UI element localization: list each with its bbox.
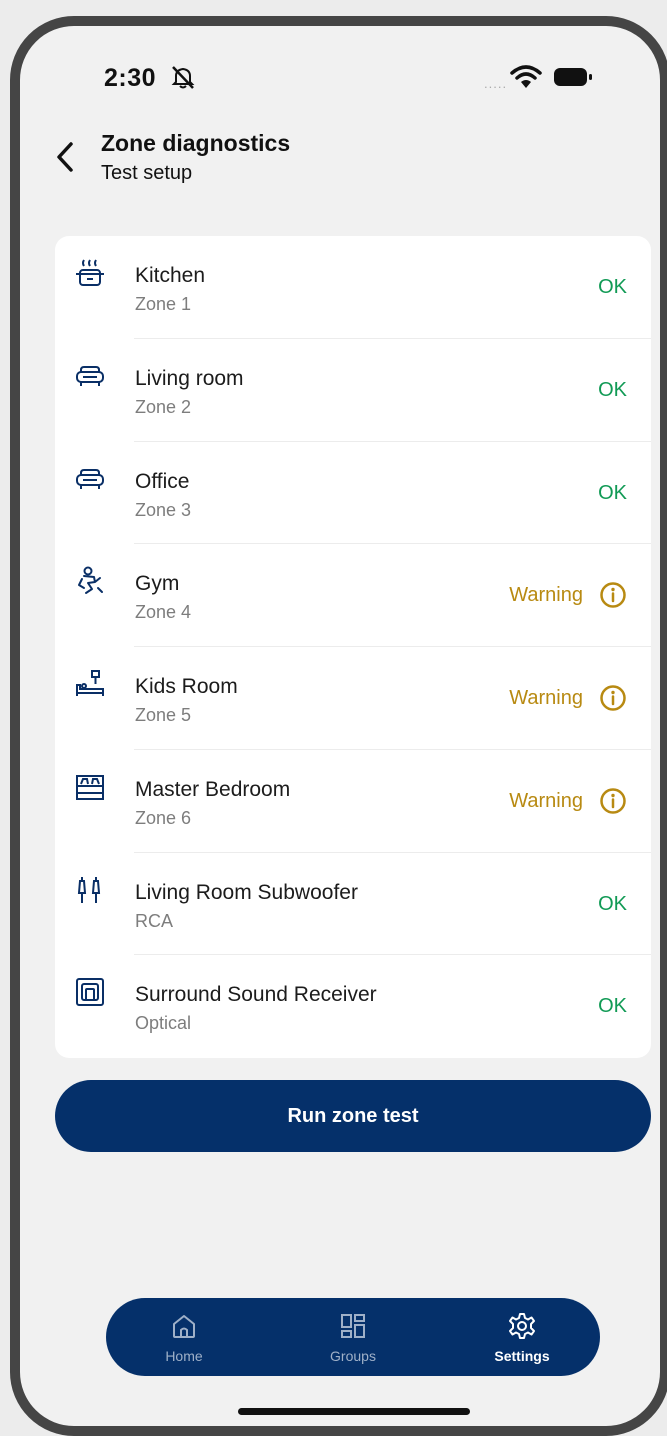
zone-row-gym[interactable]: Gym Zone 4 Warning xyxy=(55,544,651,647)
zone-label: Zone 2 xyxy=(135,396,192,417)
zone-status: OK xyxy=(598,276,627,298)
sofa-icon xyxy=(76,365,104,386)
zone-row-office[interactable]: Office Zone 3 OK xyxy=(55,442,651,545)
zone-name: Living room xyxy=(135,366,244,390)
info-icon[interactable] xyxy=(599,684,627,712)
zone-label: Zone 6 xyxy=(135,807,192,828)
bell-muted-icon xyxy=(171,66,195,89)
zone-name: Surround Sound Receiver xyxy=(135,983,377,1007)
zone-label: Zone 5 xyxy=(135,705,192,725)
wifi-icon xyxy=(510,65,542,88)
tab-settings-label: Settings xyxy=(494,1348,550,1364)
tab-groups[interactable]: Groups xyxy=(293,1298,413,1376)
optical-port-icon xyxy=(76,978,104,1007)
zone-label: Zone 4 xyxy=(135,602,192,623)
zone-label: Zone 1 xyxy=(135,294,192,314)
zone-label: Optical xyxy=(135,1013,192,1034)
zone-row-subwoofer[interactable]: Living Room Subwoofer RCA OK xyxy=(55,853,651,956)
zone-name: Kids Room xyxy=(135,675,238,698)
tab-home-label: Home xyxy=(165,1348,203,1364)
tab-groups-label: Groups xyxy=(330,1348,376,1364)
zone-name: Gym xyxy=(135,572,180,596)
zone-row-kids-room[interactable]: Kids Room Zone 5 Warning xyxy=(55,647,651,750)
groups-icon xyxy=(341,1314,365,1338)
zone-label: RCA xyxy=(135,910,174,931)
page-title: Zone diagnostics xyxy=(101,130,291,156)
phone-screen: 2:30 ..... Zone diagnostics Test setup K… xyxy=(10,16,667,1436)
page-header: Zone diagnostics Test setup xyxy=(20,126,660,196)
tab-home[interactable]: Home xyxy=(124,1298,244,1376)
zone-list: Kitchen Zone 1 OK Living room Zone 2 OK xyxy=(55,236,651,1058)
back-chevron-icon[interactable] xyxy=(54,140,76,174)
double-bed-icon xyxy=(76,774,104,800)
zone-status: Warning xyxy=(509,584,583,607)
zone-row-living-room[interactable]: Living room Zone 2 OK xyxy=(55,339,651,442)
zone-status: Warning xyxy=(509,789,583,812)
zone-name: Kitchen xyxy=(135,264,206,287)
zone-name: Office xyxy=(135,469,190,493)
kids-bed-icon xyxy=(76,670,104,696)
zone-status: OK xyxy=(598,378,627,401)
sofa-icon xyxy=(76,468,104,489)
bottom-tab-bar: Home Groups Settings xyxy=(106,1298,600,1376)
cell-signal: ..... xyxy=(484,76,508,91)
zone-row-receiver[interactable]: Surround Sound Receiver Optical OK xyxy=(55,955,651,1058)
zone-status: Warning xyxy=(509,687,583,709)
zone-status: OK xyxy=(598,892,627,915)
info-icon[interactable] xyxy=(599,787,627,815)
zone-label: Zone 3 xyxy=(135,499,192,520)
gear-icon xyxy=(509,1313,535,1339)
battery-icon xyxy=(554,68,592,86)
exercise-icon xyxy=(78,566,103,595)
rca-plug-icon xyxy=(77,876,101,903)
zone-row-kitchen[interactable]: Kitchen Zone 1 OK xyxy=(55,236,651,339)
zone-name: Living Room Subwoofer xyxy=(135,880,358,904)
tab-settings[interactable]: Settings xyxy=(462,1298,582,1376)
info-icon[interactable] xyxy=(599,581,627,609)
home-icon xyxy=(173,1315,195,1338)
zone-name: Master Bedroom xyxy=(135,777,291,801)
run-zone-test-button[interactable]: Run zone test xyxy=(55,1080,651,1152)
status-time: 2:30 xyxy=(104,64,157,92)
cooking-pot-icon xyxy=(76,259,104,286)
zone-row-master-bedroom[interactable]: Master Bedroom Zone 6 Warning xyxy=(55,750,651,853)
page-subtitle: Test setup xyxy=(101,162,193,184)
zone-status: OK xyxy=(598,995,627,1018)
status-bar: 2:30 ..... xyxy=(20,26,660,126)
zone-status: OK xyxy=(598,481,627,504)
